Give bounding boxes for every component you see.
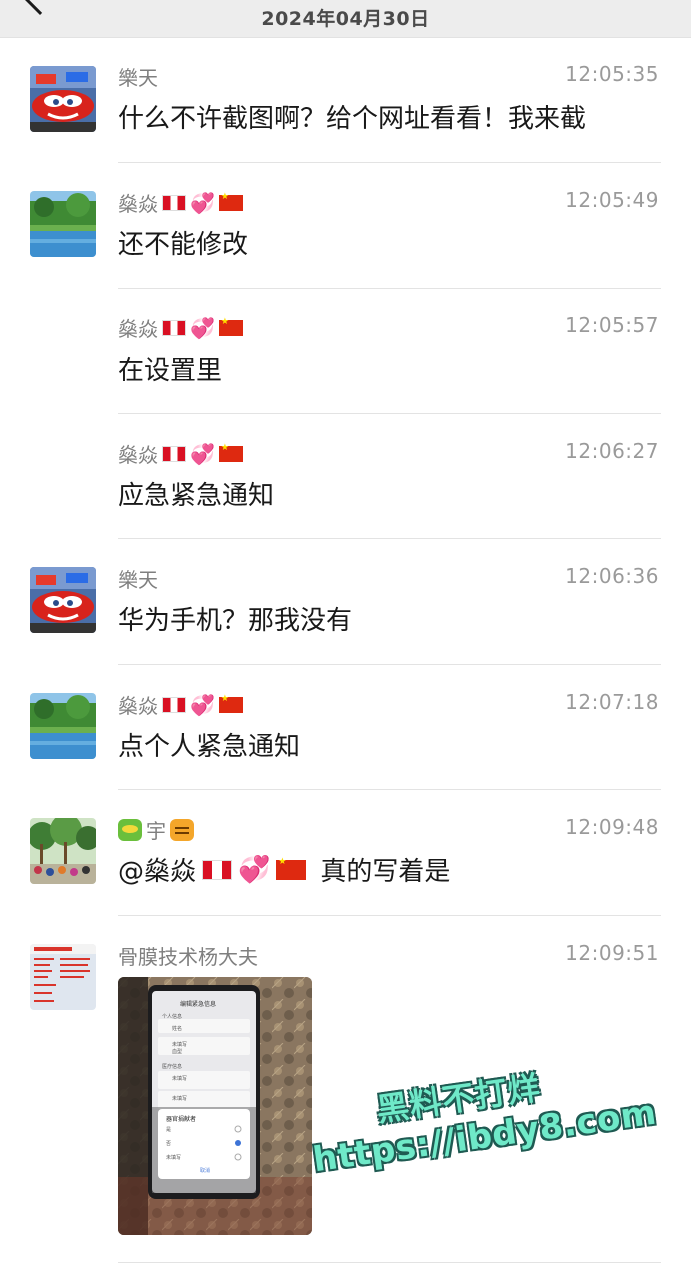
- message-text-row[interactable]: @燊焱 💞 真的写着是: [118, 851, 450, 888]
- dialog-title: 器官捐献者: [166, 1116, 197, 1123]
- date-title: 2024年04月30日: [261, 8, 430, 30]
- sender-name: 樂天: [118, 568, 158, 592]
- sender-name-row: 燊焱 💞: [118, 439, 243, 468]
- message-time: 12:09:48: [565, 815, 659, 839]
- message-text[interactable]: 点个人紧急通知: [118, 726, 300, 763]
- tiger-icon: [170, 818, 194, 841]
- watermark-line2: https://ibdy8.com: [310, 1092, 659, 1181]
- heart-icon: 💞: [190, 692, 215, 717]
- divider: [118, 664, 661, 665]
- message-text[interactable]: 应急紧急通知: [118, 475, 274, 512]
- divider: [118, 915, 661, 916]
- message-text[interactable]: 什么不许截图啊？给个网址看看！我来截: [118, 98, 586, 135]
- phone-item: 未填写: [172, 1076, 188, 1082]
- sender-name-row: 燊焱 💞: [118, 690, 243, 719]
- cars-lightning-avatar[interactable]: [30, 567, 96, 633]
- sender-name: 燊焱: [118, 317, 158, 341]
- message-time: 12:05:35: [565, 62, 659, 86]
- dragon-icon: [118, 818, 142, 841]
- message-time: 12:06:27: [565, 439, 659, 463]
- china-flag-icon: [218, 192, 243, 211]
- peru-flag-icon: [162, 696, 186, 713]
- china-flag-icon: [218, 317, 243, 336]
- message-text[interactable]: 还不能修改: [118, 224, 248, 261]
- divider: [118, 288, 661, 289]
- message-time: 12:07:18: [565, 690, 659, 714]
- sender-name: 燊焱: [118, 192, 158, 216]
- phone-item: 未填写: [172, 1096, 188, 1102]
- phone-item: 姓名: [172, 1026, 183, 1032]
- heart-icon: 💞: [238, 854, 271, 885]
- lake-landscape-avatar[interactable]: [30, 693, 96, 759]
- sender-name-row: 燊焱 💞: [118, 188, 243, 217]
- watermark-line1: 黑料不打烊: [374, 1068, 543, 1130]
- phone-item: 血型: [172, 1049, 183, 1055]
- sender-name: 宇: [146, 819, 166, 843]
- divider: [118, 413, 661, 414]
- sender-name: 燊焱: [118, 443, 158, 467]
- phone-screen-title: 编辑紧急信息: [180, 1001, 217, 1008]
- dialog-option: 否: [166, 1141, 172, 1147]
- chat-history-header: 2024年04月30日: [0, 0, 691, 38]
- heart-icon: 💞: [190, 441, 215, 466]
- heart-icon: 💞: [190, 315, 215, 340]
- message-time: 12:05:57: [565, 313, 659, 337]
- sender-name: 燊焱: [118, 694, 158, 718]
- divider: [118, 789, 661, 790]
- heart-icon: 💞: [190, 190, 215, 215]
- cars-lightning-avatar[interactable]: [30, 66, 96, 132]
- dialog-option: 是: [166, 1127, 172, 1133]
- watermark: 黑料不打烊 https://ibdy8.com: [302, 1032, 659, 1218]
- clinic-poster-avatar[interactable]: [30, 944, 96, 1010]
- phone-item: 医疗信息: [162, 1064, 183, 1070]
- message-time: 12:05:49: [565, 188, 659, 212]
- message-time: 12:09:51: [565, 941, 659, 965]
- lake-landscape-avatar[interactable]: [30, 191, 96, 257]
- peru-flag-icon: [162, 445, 186, 462]
- sender-name: 骨膜技术杨大夫: [118, 945, 258, 969]
- message-text: 真的写着是: [320, 857, 451, 887]
- divider: [118, 162, 661, 163]
- dialog-cancel: 取消: [200, 1168, 211, 1174]
- divider: [118, 538, 661, 539]
- mention-tag[interactable]: @燊焱: [118, 851, 196, 888]
- dialog-option: 未填写: [166, 1155, 182, 1161]
- phone-item: 未填写: [172, 1042, 188, 1048]
- divider: [118, 1262, 661, 1263]
- china-flag-icon: [218, 443, 243, 462]
- phone-item: 个人信息: [162, 1014, 183, 1020]
- peru-flag-icon: [202, 859, 233, 880]
- china-flag-icon: [276, 857, 307, 880]
- sender-name: 樂天: [118, 66, 158, 90]
- park-crowd-avatar[interactable]: [30, 818, 96, 884]
- message-text[interactable]: 华为手机？那我没有: [118, 600, 352, 637]
- message-text[interactable]: 在设置里: [118, 350, 222, 387]
- message-time: 12:06:36: [565, 564, 659, 588]
- sender-name-row: 燊焱 💞: [118, 313, 243, 342]
- peru-flag-icon: [162, 319, 186, 336]
- china-flag-icon: [218, 694, 243, 713]
- image-message[interactable]: 编辑紧急信息 个人信息 姓名 未填写 血型 医疗信息 未填写 未填写 器官捐献者…: [118, 977, 312, 1235]
- peru-flag-icon: [162, 194, 186, 211]
- sender-name-row: 宇: [118, 815, 194, 844]
